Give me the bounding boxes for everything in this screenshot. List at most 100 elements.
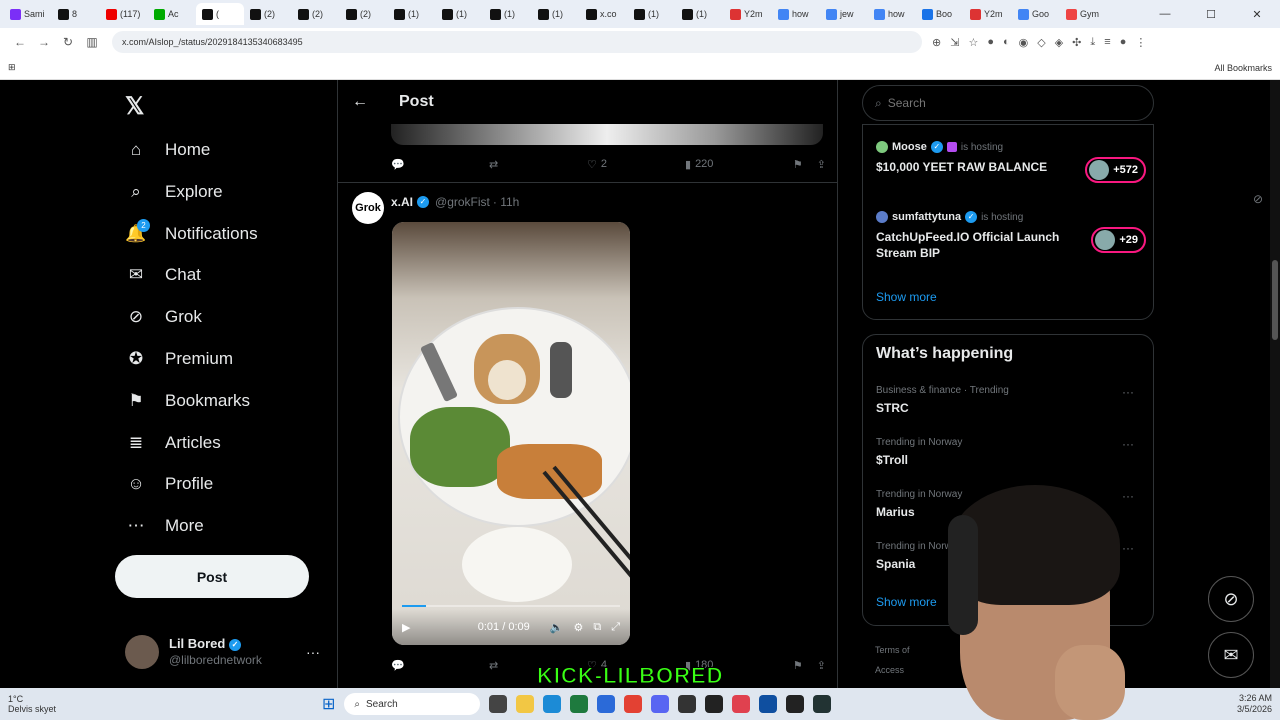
search-input[interactable]	[887, 96, 1118, 110]
nav-item-articles[interactable]: ≣ Articles	[125, 425, 221, 461]
address-bar[interactable]: x.com/AIslop_/status/2029184135340683495	[112, 31, 922, 53]
chrome-icon[interactable]	[624, 695, 643, 713]
account-switcher[interactable]: Lil Bored ✓ @lilborednetwork ···	[125, 630, 320, 674]
nav-item-chat[interactable]: ✉ Chat	[125, 257, 201, 293]
browser-tab[interactable]: Boo	[916, 3, 964, 25]
windows-start-icon[interactable]: ⊞	[322, 694, 335, 714]
trend-item[interactable]: Trending in Norway $Troll ···	[876, 437, 1142, 467]
zoom-icon[interactable]: ⊕	[932, 36, 941, 49]
nav-item-bookmarks[interactable]: ⚑ Bookmarks	[125, 383, 250, 419]
browser-tab[interactable]: Y2m	[724, 3, 772, 25]
sidebar-icon[interactable]: ▥	[80, 35, 104, 49]
app-icon[interactable]	[678, 695, 697, 713]
forward-icon[interactable]: →	[32, 35, 56, 49]
browser-tab[interactable]: (	[196, 3, 244, 25]
volume-icon[interactable]: 🔈	[550, 621, 564, 634]
show-more-link[interactable]: Show more	[876, 290, 937, 304]
pip-icon[interactable]: ⧉	[593, 621, 601, 634]
browser-tab[interactable]: Y2m	[964, 3, 1012, 25]
browser-tab[interactable]: Goo	[1012, 3, 1060, 25]
previous-media[interactable]	[391, 124, 823, 145]
browser-tab[interactable]: Sami	[4, 3, 52, 25]
more-icon[interactable]: ···	[1122, 385, 1134, 399]
app-icon[interactable]	[813, 695, 832, 713]
grok-float-button[interactable]: ⊘	[1208, 576, 1254, 622]
all-bookmarks[interactable]: All Bookmarks	[1214, 63, 1272, 73]
avatar[interactable]: Grok	[352, 192, 384, 224]
nav-item-explore[interactable]: ⌕ Explore	[125, 174, 222, 210]
post-button[interactable]: Post	[115, 555, 309, 598]
extension-icon[interactable]: ◈	[1055, 36, 1063, 49]
play-icon[interactable]: ▶	[402, 621, 410, 634]
install-icon[interactable]: ⇲	[950, 36, 959, 49]
app-icon[interactable]	[759, 695, 778, 713]
browser-tab[interactable]: (1)	[628, 3, 676, 25]
browser-tab[interactable]: Gym	[1060, 3, 1108, 25]
browser-tab[interactable]: Ac	[148, 3, 196, 25]
browser-tab[interactable]: (1)	[484, 3, 532, 25]
reply-icon[interactable]: 💬	[391, 659, 489, 672]
space-item[interactable]: Moose ✓ is hosting $10,000 YEET RAW BALANC…	[876, 141, 1146, 183]
app-icon[interactable]	[732, 695, 751, 713]
app-icon[interactable]	[705, 695, 724, 713]
scrollbar[interactable]	[1270, 80, 1280, 688]
nav-item-notifications[interactable]: 🔔 2 Notifications	[125, 216, 258, 252]
browser-tab[interactable]: (1)	[388, 3, 436, 25]
nav-item-profile[interactable]: ☺ Profile	[125, 466, 213, 502]
search-box[interactable]: ⌕	[862, 85, 1154, 121]
scrollbar-thumb[interactable]	[1272, 260, 1278, 340]
share-icon[interactable]: ⇪	[817, 158, 826, 171]
space-item[interactable]: sumfattytuna ✓ is hosting CatchUpFeed.IO O…	[876, 211, 1146, 261]
video-progress[interactable]	[402, 605, 620, 607]
video-player[interactable]: ▶ 0:01 / 0:09 🔈 ⚙ ⧉ ⤢	[392, 222, 630, 645]
browser-tab[interactable]: (117)	[100, 3, 148, 25]
app-icon[interactable]	[597, 695, 616, 713]
download-icon[interactable]: ⤓	[1090, 36, 1095, 49]
back-arrow-icon[interactable]: ←	[352, 93, 392, 111]
reload-icon[interactable]: ↻	[56, 35, 80, 49]
tweet-author[interactable]: x.AI	[391, 195, 413, 209]
menu-icon[interactable]: ≡	[1104, 36, 1110, 49]
star-icon[interactable]: ☆	[968, 36, 978, 49]
profile-icon[interactable]: ●	[1120, 36, 1127, 49]
browser-tab[interactable]: how	[772, 3, 820, 25]
like-button[interactable]: ♡ 2	[587, 158, 685, 171]
share-icon[interactable]: ⇪	[817, 659, 826, 672]
close-icon[interactable]: ✕	[1234, 0, 1280, 28]
extension-icon[interactable]: ◐	[1003, 36, 1010, 49]
browser-tab[interactable]: jew	[820, 3, 868, 25]
trend-item[interactable]: Business & finance · Trending STRC ···	[876, 385, 1142, 415]
weather-widget[interactable]: 1°C Delvis skyet	[8, 694, 56, 714]
fullscreen-icon[interactable]: ⤢	[611, 621, 620, 634]
browser-tab[interactable]: (1)	[676, 3, 724, 25]
file-explorer-icon[interactable]	[516, 695, 535, 713]
system-clock[interactable]: 3:26 AM 3/5/2026	[1237, 693, 1272, 715]
browser-tab[interactable]: x.co	[580, 3, 628, 25]
browser-tab[interactable]: (1)	[436, 3, 484, 25]
settings-icon[interactable]: ⚙	[573, 621, 583, 634]
more-icon[interactable]: ···	[1122, 437, 1134, 451]
edge-icon[interactable]	[543, 695, 562, 713]
browser-tab[interactable]: (2)	[340, 3, 388, 25]
views-button[interactable]: ▮ 220	[685, 158, 783, 171]
discord-icon[interactable]	[651, 695, 670, 713]
back-icon[interactable]: ←	[8, 35, 32, 49]
minimize-icon[interactable]: —	[1142, 0, 1188, 28]
task-view-icon[interactable]	[489, 695, 508, 713]
app-icon[interactable]	[570, 695, 589, 713]
browser-tab[interactable]: (2)	[292, 3, 340, 25]
browser-tab[interactable]: (1)	[532, 3, 580, 25]
grok-icon[interactable]: ⊘	[1253, 192, 1263, 206]
browser-tab[interactable]: (2)	[244, 3, 292, 25]
tweet-time[interactable]: · 11h	[493, 195, 519, 209]
extension-icon[interactable]: ◉	[1019, 36, 1029, 49]
nav-item-home[interactable]: ⌂ Home	[125, 132, 211, 168]
nav-item-grok[interactable]: ⊘ Grok	[125, 299, 202, 335]
puzzle-icon[interactable]: ✣	[1072, 36, 1081, 49]
app-icon[interactable]	[786, 695, 805, 713]
browser-tab[interactable]: 8	[52, 3, 100, 25]
repost-icon[interactable]: ⇄	[489, 158, 587, 171]
nav-item-more[interactable]: ⋯ More	[125, 508, 204, 544]
messages-float-button[interactable]: ✉	[1208, 632, 1254, 678]
browser-tab[interactable]: how	[868, 3, 916, 25]
